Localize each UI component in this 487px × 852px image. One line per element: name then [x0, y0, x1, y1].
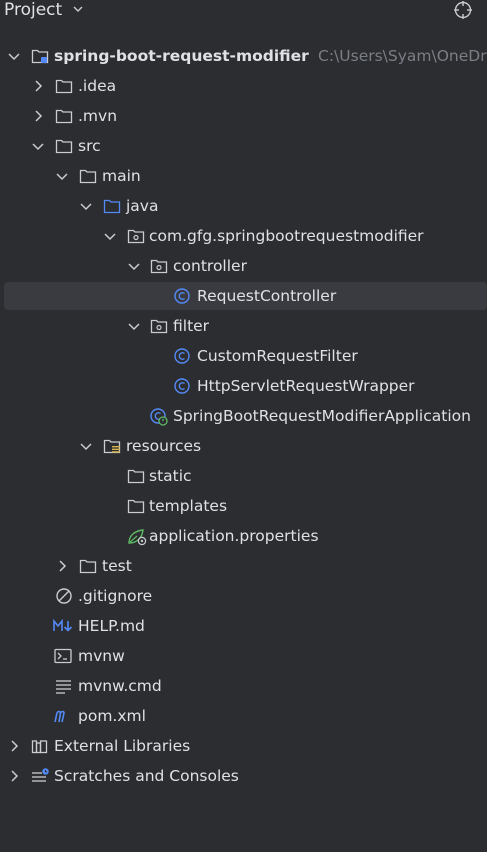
folder-icon — [55, 138, 73, 154]
chevron-down-icon[interactable] — [79, 439, 93, 453]
tree-item-label: controller — [173, 257, 247, 275]
chevron-right-icon[interactable] — [7, 769, 21, 783]
tree-item-resources[interactable]: resources — [0, 431, 487, 461]
terminal-icon — [54, 648, 72, 664]
chevron-down-icon[interactable] — [72, 2, 84, 16]
tree-item-java[interactable]: java — [0, 191, 487, 221]
chevron-down-icon[interactable] — [55, 169, 69, 183]
project-path: C:\Users\Syam\OneDr — [318, 47, 487, 65]
tree-item-templates[interactable]: templates — [0, 491, 487, 521]
tree-item-label: HELP.md — [78, 617, 145, 635]
chevron-down-icon[interactable] — [103, 229, 117, 243]
folder-icon — [55, 78, 73, 94]
class-icon — [173, 288, 191, 304]
tree-item-external-libraries[interactable]: External Libraries — [0, 731, 487, 761]
source-folder-icon — [103, 198, 121, 214]
folder-icon — [127, 498, 145, 514]
panel-title[interactable]: Project — [4, 0, 62, 20]
text-file-icon — [55, 678, 73, 694]
tree-item-label: mvnw — [78, 647, 125, 665]
tree-item-label: templates — [149, 497, 228, 515]
tree-item-mvnw[interactable]: mvnw — [0, 641, 487, 671]
select-opened-file-icon[interactable] — [453, 0, 473, 20]
tree-item-label: test — [102, 557, 132, 575]
spring-boot-class-icon — [149, 408, 168, 426]
maven-icon — [53, 708, 71, 724]
chevron-right-icon[interactable] — [7, 739, 21, 753]
tree-item-mvnw-cmd[interactable]: mvnw.cmd — [0, 671, 487, 701]
tree-item-label: java — [126, 197, 159, 215]
tree-item-label: mvnw.cmd — [78, 677, 162, 695]
chevron-right-icon[interactable] — [31, 109, 45, 123]
chevron-down-icon[interactable] — [7, 49, 21, 63]
package-icon — [127, 228, 145, 244]
tree-item-src[interactable]: src — [0, 131, 487, 161]
tree-item-label: resources — [126, 437, 202, 455]
folder-icon — [79, 558, 97, 574]
tree-item-package[interactable]: com.gfg.springbootrequestmodifier — [0, 221, 487, 251]
class-icon — [173, 378, 191, 394]
tree-item-label: .gitignore — [78, 587, 153, 605]
library-icon — [31, 738, 49, 754]
tree-item-label: pom.xml — [78, 707, 146, 725]
tree-item-label: spring-boot-request-modifier — [54, 47, 309, 65]
tree-item-application[interactable]: SpringBootRequestModifierApplication — [0, 401, 487, 431]
tree-item-label: HttpServletRequestWrapper — [197, 377, 415, 395]
tree-item-label: CustomRequestFilter — [197, 347, 358, 365]
tree-item-test[interactable]: test — [0, 551, 487, 581]
chevron-right-icon[interactable] — [55, 559, 69, 573]
tree-item-label: RequestController — [197, 287, 337, 305]
folder-icon — [79, 168, 97, 184]
tree-item-label: .idea — [78, 77, 117, 95]
tree-item-help-md[interactable]: HELP.md — [0, 611, 487, 641]
tree-item-gitignore[interactable]: .gitignore — [0, 581, 487, 611]
chevron-down-icon[interactable] — [79, 199, 93, 213]
chevron-right-icon[interactable] — [31, 79, 45, 93]
project-panel-header: Project — [0, 0, 487, 22]
tree-item-custom-request-filter[interactable]: CustomRequestFilter — [0, 341, 487, 371]
tree-item-mvn[interactable]: .mvn — [0, 101, 487, 131]
class-icon — [173, 348, 191, 364]
folder-icon — [55, 108, 73, 124]
tree-item-label: src — [78, 137, 101, 155]
tree-item-static[interactable]: static — [0, 461, 487, 491]
package-icon — [150, 318, 168, 334]
chevron-down-icon[interactable] — [31, 139, 45, 153]
resources-folder-icon — [103, 438, 121, 454]
package-icon — [150, 258, 168, 274]
tree-item-scratches[interactable]: Scratches and Consoles — [0, 761, 487, 791]
tree-item-application-properties[interactable]: application.properties — [0, 521, 487, 551]
tree-item-http-wrapper[interactable]: HttpServletRequestWrapper — [0, 371, 487, 401]
markdown-icon — [53, 618, 73, 634]
tree-item-label: External Libraries — [54, 737, 191, 755]
tree-item-pom-xml[interactable]: pom.xml — [0, 701, 487, 731]
tree-item-label: com.gfg.springbootrequestmodifier — [149, 227, 424, 245]
ignore-file-icon — [55, 588, 73, 604]
tree-item-label: static — [149, 467, 192, 485]
scratches-icon — [31, 768, 49, 784]
tree-item-label: main — [102, 167, 141, 185]
tree-item-controller[interactable]: controller — [0, 251, 487, 281]
tree-item-idea[interactable]: .idea — [0, 71, 487, 101]
tree-item-label: application.properties — [149, 527, 319, 545]
tree-item-filter[interactable]: filter — [0, 311, 487, 341]
tree-item-root[interactable]: spring-boot-request-modifier C:\Users\Sy… — [0, 41, 487, 71]
chevron-down-icon[interactable] — [127, 259, 141, 273]
chevron-down-icon[interactable] — [127, 319, 141, 333]
spring-leaf-icon — [127, 528, 147, 546]
tree-item-main[interactable]: main — [0, 161, 487, 191]
tree-item-label: SpringBootRequestModifierApplication — [173, 407, 471, 425]
folder-icon — [127, 468, 145, 484]
tree-item-label: filter — [173, 317, 210, 335]
module-folder-icon — [31, 48, 49, 64]
tree-item-request-controller[interactable]: RequestController — [0, 281, 487, 311]
tree-item-label: Scratches and Consoles — [54, 767, 239, 785]
tree-item-label: .mvn — [78, 107, 118, 125]
